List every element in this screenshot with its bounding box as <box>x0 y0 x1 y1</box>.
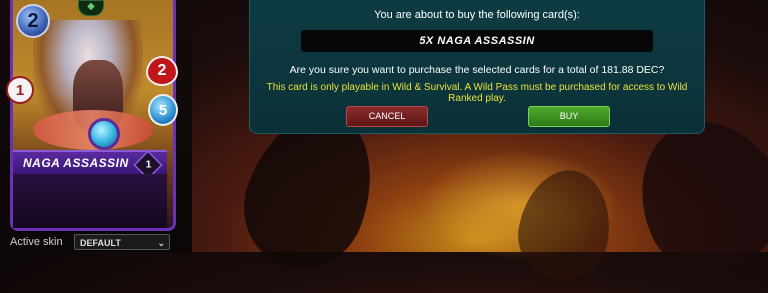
edition-badge: ◆ <box>78 0 104 16</box>
confirm-text: Are you sure you want to purchase the se… <box>289 64 665 76</box>
card-level: 1 <box>145 158 152 171</box>
active-skin-select[interactable]: DEFAULT ⌄ <box>74 234 170 250</box>
attack-icon: 1 <box>6 76 34 104</box>
purchase-item: 5X NAGA ASSASSIN <box>301 30 653 52</box>
card-lower-panel <box>13 174 167 228</box>
health-heart-icon: 2 <box>146 56 178 86</box>
dialog-title: You are about to buy the following card(… <box>374 9 580 21</box>
buy-button[interactable]: BUY <box>528 106 610 127</box>
active-skin-label: Active skin <box>10 236 63 248</box>
purchase-dialog: You are about to buy the following card(… <box>249 0 705 134</box>
card-panel: ◆ 2 1 2 5 NAGA ASSASSIN 1 Active skin DE… <box>0 0 192 252</box>
mana-gem-icon: 2 <box>16 4 50 38</box>
card-name-plate: NAGA ASSASSIN 1 <box>13 150 167 180</box>
speed-icon: 5 <box>148 94 178 126</box>
warning-text: This card is only playable in Wild & Sur… <box>266 82 688 104</box>
element-orb-icon <box>88 118 120 150</box>
cancel-button[interactable]: CANCEL <box>346 106 428 127</box>
active-skin-value: DEFAULT <box>80 238 121 248</box>
chevron-down-icon: ⌄ <box>157 238 165 248</box>
card-name: NAGA ASSASSIN <box>23 156 129 170</box>
